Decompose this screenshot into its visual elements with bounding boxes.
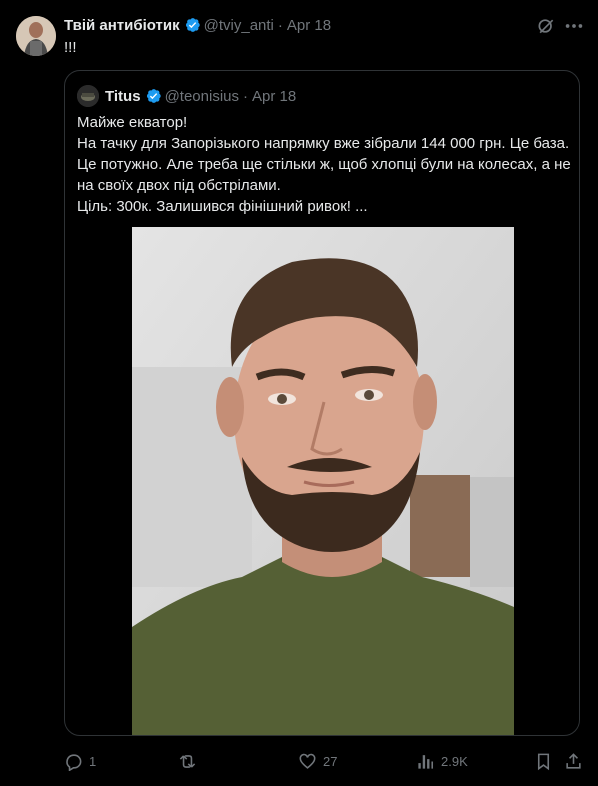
quote-header: Titus @teonisius · Apr 18 bbox=[77, 85, 296, 107]
verified-badge-icon bbox=[146, 89, 161, 103]
separator-dot: · bbox=[277, 16, 283, 34]
tweet-header: Твій антибіотик @tviy_anti · Apr 18 bbox=[64, 15, 331, 35]
quote-author-name[interactable]: Titus bbox=[105, 88, 141, 105]
grok-icon[interactable] bbox=[536, 16, 556, 36]
quote-text-line: Це потужно. Але треба ще стільки ж, щоб … bbox=[77, 156, 571, 173]
action-bar: 1 27 2.9K bbox=[64, 748, 584, 774]
views-count: 2.9K bbox=[441, 753, 468, 769]
tweet-text: !!! bbox=[64, 39, 77, 56]
views-button[interactable]: 2.9K bbox=[416, 748, 468, 774]
author-name[interactable]: Твій антибіотик bbox=[64, 17, 180, 34]
repost-button[interactable] bbox=[178, 748, 203, 774]
separator-dot: · bbox=[243, 87, 248, 105]
quoted-tweet[interactable]: Titus @teonisius · Apr 18 Майже екватор!… bbox=[64, 70, 580, 736]
quote-date[interactable]: Apr 18 bbox=[252, 88, 296, 105]
share-button[interactable] bbox=[564, 748, 583, 774]
more-icon[interactable] bbox=[563, 16, 585, 36]
reply-button[interactable]: 1 bbox=[64, 748, 96, 774]
quote-author-handle[interactable]: @teonisius bbox=[165, 88, 239, 105]
bookmark-icon bbox=[537, 753, 550, 770]
quote-author-avatar[interactable] bbox=[77, 85, 99, 107]
reply-count: 1 bbox=[89, 753, 97, 769]
views-icon bbox=[418, 754, 434, 769]
like-count: 27 bbox=[323, 753, 338, 769]
like-icon bbox=[299, 753, 316, 769]
reply-icon bbox=[66, 753, 82, 771]
quote-text: Майже екватор! На тачку для Запорізького… bbox=[77, 112, 571, 217]
quote-text-line: на своїх двох під обстрілами. bbox=[77, 177, 281, 194]
quote-text-line: На тачку для Запорізького напрямку вже з… bbox=[77, 135, 570, 152]
like-button[interactable]: 27 bbox=[298, 748, 337, 774]
quote-text-line: Ціль: 300к. Залишився фінішний ривок! ..… bbox=[77, 198, 368, 215]
share-icon bbox=[566, 752, 581, 769]
author-avatar[interactable] bbox=[16, 16, 56, 56]
author-handle[interactable]: @tviy_anti bbox=[204, 17, 274, 34]
verified-badge-icon bbox=[185, 18, 200, 32]
quote-photo[interactable] bbox=[132, 227, 514, 735]
bookmark-button[interactable] bbox=[534, 748, 553, 774]
quote-text-line: Майже екватор! bbox=[77, 114, 188, 131]
tweet-date[interactable]: Apr 18 bbox=[287, 17, 331, 34]
repost-icon bbox=[179, 754, 196, 768]
tweet[interactable]: Твій антибіотик @tviy_anti · Apr 18 !!! bbox=[0, 0, 598, 786]
